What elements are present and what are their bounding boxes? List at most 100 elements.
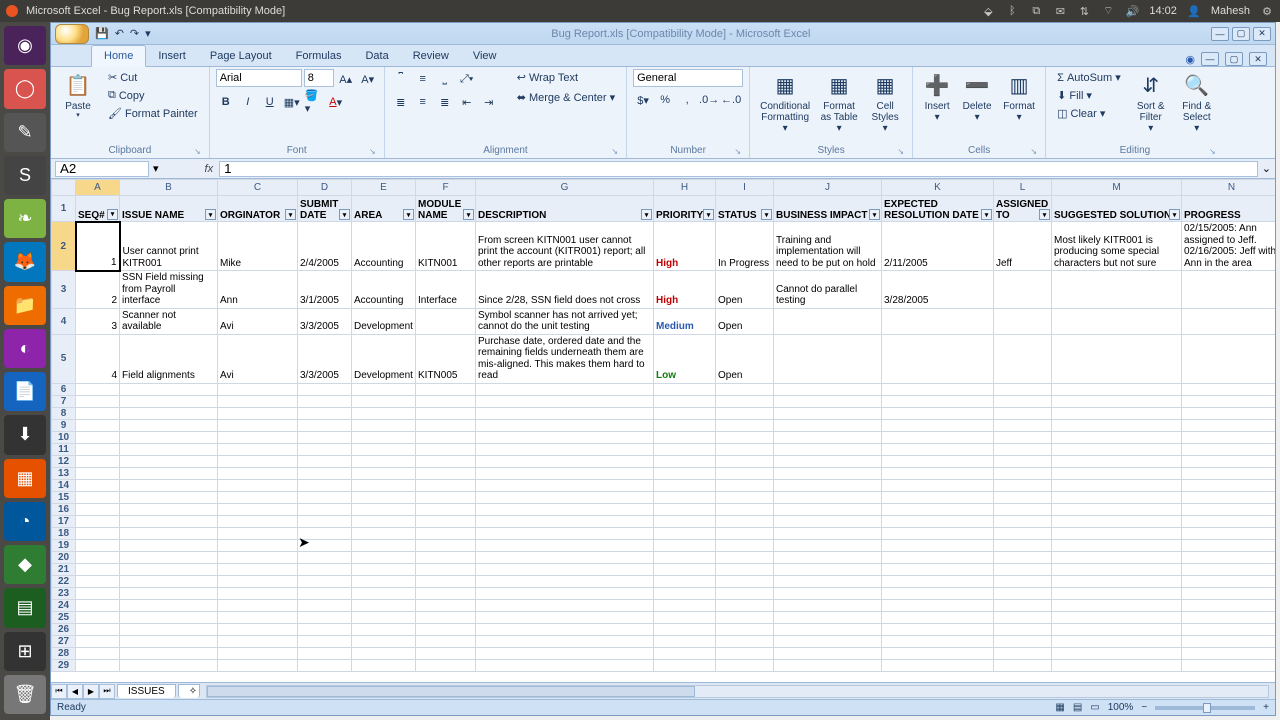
table-row[interactable]: 32SSN Field missing from Payroll interfa… [52,271,1276,309]
formula-input[interactable] [219,161,1258,177]
wifi-icon[interactable]: ⌔ [1101,4,1115,18]
column-headers[interactable]: A B C D E F G H I J K L M N [52,180,1276,196]
dropdown-icon[interactable]: ▾ [153,162,159,175]
row-18[interactable]: 18 [52,527,76,539]
insert-cells-button[interactable]: ➕Insert▾ [919,69,955,125]
user-name[interactable]: Mahesh [1211,5,1250,17]
col-G[interactable]: G [476,180,654,196]
row-27[interactable]: 27 [52,635,76,647]
font-color-button[interactable]: A▾ [326,92,346,112]
fill-button[interactable]: ⬇Fill ▾ [1052,87,1126,104]
row-6[interactable]: 6 [52,383,76,395]
launcher-download[interactable]: ⬇ [4,415,46,454]
col-H[interactable]: H [654,180,716,196]
decrease-indent-button[interactable]: ⇤ [457,92,477,112]
mail-icon[interactable]: ✉ [1053,4,1067,18]
col-B[interactable]: B [120,180,218,196]
row-1[interactable]: 1 [52,196,76,222]
row-21[interactable]: 21 [52,563,76,575]
underline-button[interactable]: U [260,92,280,112]
clear-button[interactable]: ◫Clear ▾ [1052,105,1126,122]
filter-icon[interactable]: ▾ [641,209,652,220]
table-row[interactable]: 29 [52,659,1276,671]
align-middle-button[interactable]: ≡ [413,69,433,89]
row-23[interactable]: 23 [52,587,76,599]
col-F[interactable]: F [416,180,476,196]
orientation-button[interactable]: ⤢▾ [457,69,477,89]
row-29[interactable]: 29 [52,659,76,671]
align-bottom-button[interactable]: ⎵ [435,69,455,89]
border-button[interactable]: ▦▾ [282,92,302,112]
paste-button[interactable]: 📋 Paste▾ [57,69,99,122]
clock[interactable]: 14:02 [1149,5,1177,17]
row-10[interactable]: 10 [52,431,76,443]
launcher-app3[interactable]: ▦ [4,459,46,498]
row-13[interactable]: 13 [52,467,76,479]
row-4[interactable]: 4 [52,308,76,334]
comma-button[interactable]: , [677,90,697,110]
prev-sheet-button[interactable]: ◀ [67,684,83,699]
fill-color-button[interactable]: 🪣▾ [304,92,324,112]
align-top-button[interactable]: ⎴ [391,69,411,89]
table-row[interactable]: 8 [52,407,1276,419]
launcher-dash[interactable]: ◉ [4,26,46,65]
row-8[interactable]: 8 [52,407,76,419]
format-cells-button[interactable]: ▥Format▾ [999,69,1039,125]
align-right-button[interactable]: ≣ [435,92,455,112]
merge-center-button[interactable]: ⬌Merge & Center ▾ [512,89,620,106]
italic-button[interactable]: I [238,92,258,112]
cut-button[interactable]: ✂Cut [103,69,203,86]
launcher-firefox[interactable]: 🦊 [4,242,46,281]
tab-home[interactable]: Home [91,45,146,67]
table-row[interactable]: 13 [52,467,1276,479]
first-sheet-button[interactable]: ⏮ [51,684,67,699]
zoom-in-button[interactable]: + [1263,702,1269,713]
table-row[interactable]: 7 [52,395,1276,407]
tab-pagelayout[interactable]: Page Layout [198,46,284,66]
tab-insert[interactable]: Insert [146,46,198,66]
table-row[interactable]: 22 [52,575,1276,587]
new-sheet-button[interactable]: ✧ [178,684,200,698]
row-12[interactable]: 12 [52,455,76,467]
launcher-editor[interactable]: ✎ [4,113,46,152]
col-I[interactable]: I [716,180,774,196]
table-row[interactable]: 21User cannot print KITR001Mike2/4/2005A… [52,222,1276,271]
wrap-text-button[interactable]: ↩Wrap Text [512,69,620,86]
launcher-chrome[interactable]: ◯ [4,69,46,108]
row-14[interactable]: 14 [52,479,76,491]
table-row[interactable]: 10 [52,431,1276,443]
table-row[interactable]: 24 [52,599,1276,611]
format-painter-button[interactable]: 🖌Format Painter [103,105,203,122]
row-17[interactable]: 17 [52,515,76,527]
row-2[interactable]: 2 [52,222,76,271]
tab-review[interactable]: Review [401,46,461,66]
next-sheet-button[interactable]: ▶ [83,684,99,699]
redo-icon[interactable]: ↷ [130,27,139,40]
row-22[interactable]: 22 [52,575,76,587]
launcher-trash[interactable]: 🗑 [4,675,46,714]
table-row[interactable]: 14 [52,479,1276,491]
increase-indent-button[interactable]: ⇥ [479,92,499,112]
col-K[interactable]: K [882,180,994,196]
font-size-combo[interactable] [304,69,334,87]
launcher-sublime[interactable]: S [4,156,46,195]
tab-data[interactable]: Data [353,46,400,66]
shrink-font-button[interactable]: A▾ [358,69,378,89]
table-row[interactable]: 27 [52,635,1276,647]
table-row[interactable]: 54Field alignmentsAvi3/3/2005Development… [52,334,1276,383]
gear-icon[interactable]: ⚙ [1260,4,1274,18]
row-28[interactable]: 28 [52,647,76,659]
table-row[interactable]: 25 [52,611,1276,623]
sheet-tab-issues[interactable]: ISSUES [117,684,176,698]
col-A[interactable]: A [76,180,120,196]
user-icon[interactable]: 👤 [1187,4,1201,18]
autosum-button[interactable]: ΣAutoSum ▾ [1052,69,1126,86]
filter-icon[interactable]: ▾ [107,209,118,220]
zoom-out-button[interactable]: − [1141,702,1147,713]
table-row[interactable]: 43Scanner not availableAvi3/3/2005Develo… [52,308,1276,334]
row-7[interactable]: 7 [52,395,76,407]
grow-font-button[interactable]: A▴ [336,69,356,89]
indicator-icon[interactable]: ⬙ [981,4,995,18]
col-M[interactable]: M [1052,180,1182,196]
row-15[interactable]: 15 [52,491,76,503]
